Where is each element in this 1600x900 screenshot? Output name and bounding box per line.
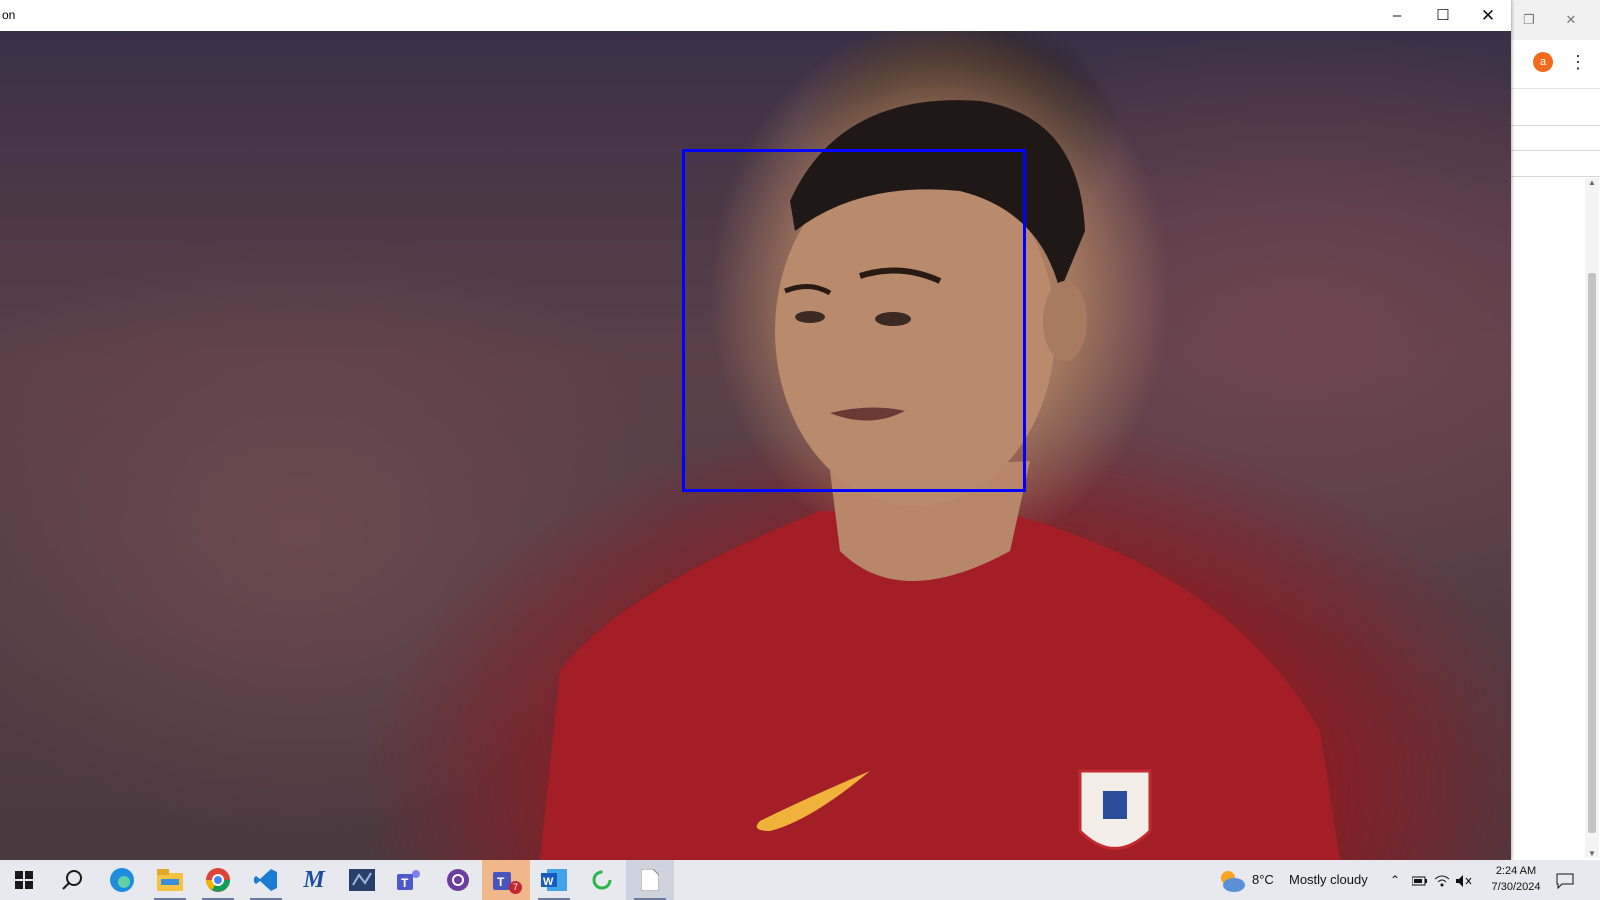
photo-display <box>0 31 1511 860</box>
divider <box>1501 176 1600 177</box>
fpf-crest <box>1078 769 1152 850</box>
divider <box>1501 125 1600 126</box>
more-menu-icon[interactable]: ⋮ <box>1569 50 1587 74</box>
visual-studio-icon[interactable] <box>338 860 386 900</box>
weather-temperature[interactable]: 8°C <box>1252 860 1274 900</box>
chevron-up-icon[interactable]: ⌃ <box>1390 860 1400 900</box>
file-explorer-icon[interactable] <box>146 860 194 900</box>
clock-time: 2:24 AM <box>1495 865 1537 877</box>
background-browser-toolbar: a ⋮ <box>1501 40 1600 89</box>
vscode-icon[interactable] <box>242 860 290 900</box>
background-browser-titlebar: ❐ ✕ <box>1501 0 1600 40</box>
word-icon[interactable]: W <box>530 860 578 900</box>
teams-icon[interactable]: T <box>386 860 434 900</box>
search-icon[interactable] <box>48 860 96 900</box>
edge-icon[interactable] <box>98 860 146 900</box>
scroll-down-icon[interactable]: ▼ <box>1585 849 1599 858</box>
svg-text:T: T <box>401 876 409 890</box>
window-titlebar[interactable]: on – ☐ ✕ <box>0 0 1511 31</box>
close-button[interactable]: ✕ <box>1465 0 1511 31</box>
loading-app-icon[interactable] <box>578 860 626 900</box>
image-window: on – ☐ ✕ <box>0 0 1511 860</box>
divider <box>1501 150 1600 151</box>
scrollbar[interactable]: ▲ ▼ <box>1585 178 1599 858</box>
background-browser-window: ❐ ✕ a ⋮ ▲ ▼ <box>1500 0 1600 860</box>
chrome-icon[interactable] <box>194 860 242 900</box>
face-detection-box <box>682 149 1026 492</box>
volume-muted-icon[interactable] <box>1456 860 1472 900</box>
weather-icon[interactable] <box>1218 860 1248 900</box>
window-title: on <box>2 8 16 22</box>
scroll-up-icon[interactable]: ▲ <box>1585 178 1599 187</box>
restore-icon[interactable]: ❐ <box>1519 10 1539 30</box>
weather-condition[interactable]: Mostly cloudy <box>1289 860 1368 900</box>
close-icon[interactable]: ✕ <box>1561 10 1581 30</box>
github-desktop-icon[interactable] <box>434 860 482 900</box>
profile-avatar[interactable]: a <box>1533 52 1553 72</box>
svg-text:T: T <box>497 875 505 889</box>
ear <box>1043 281 1087 361</box>
notification-badge: 7 <box>509 881 522 894</box>
maximize-button[interactable]: ☐ <box>1420 0 1466 31</box>
wifi-icon[interactable] <box>1434 860 1450 900</box>
svg-text:W: W <box>543 876 554 888</box>
taskbar: M T T 7 W 8°C Mostly cloudy ⌃ 2:24 AM 7/… <box>0 860 1600 900</box>
clock-date: 7/30/2024 <box>1491 881 1541 893</box>
clock[interactable]: 2:24 AM 7/30/2024 <box>1476 863 1556 895</box>
start-icon[interactable] <box>0 860 48 900</box>
notepad-icon[interactable] <box>626 860 674 900</box>
battery-icon[interactable] <box>1411 860 1428 900</box>
scrollbar-thumb[interactable] <box>1588 273 1596 833</box>
notification-center-icon[interactable] <box>1556 860 1586 900</box>
minimize-button[interactable]: – <box>1374 0 1420 31</box>
m-app-icon[interactable]: M <box>290 860 338 900</box>
teams-badge-icon[interactable]: T 7 <box>482 860 530 900</box>
